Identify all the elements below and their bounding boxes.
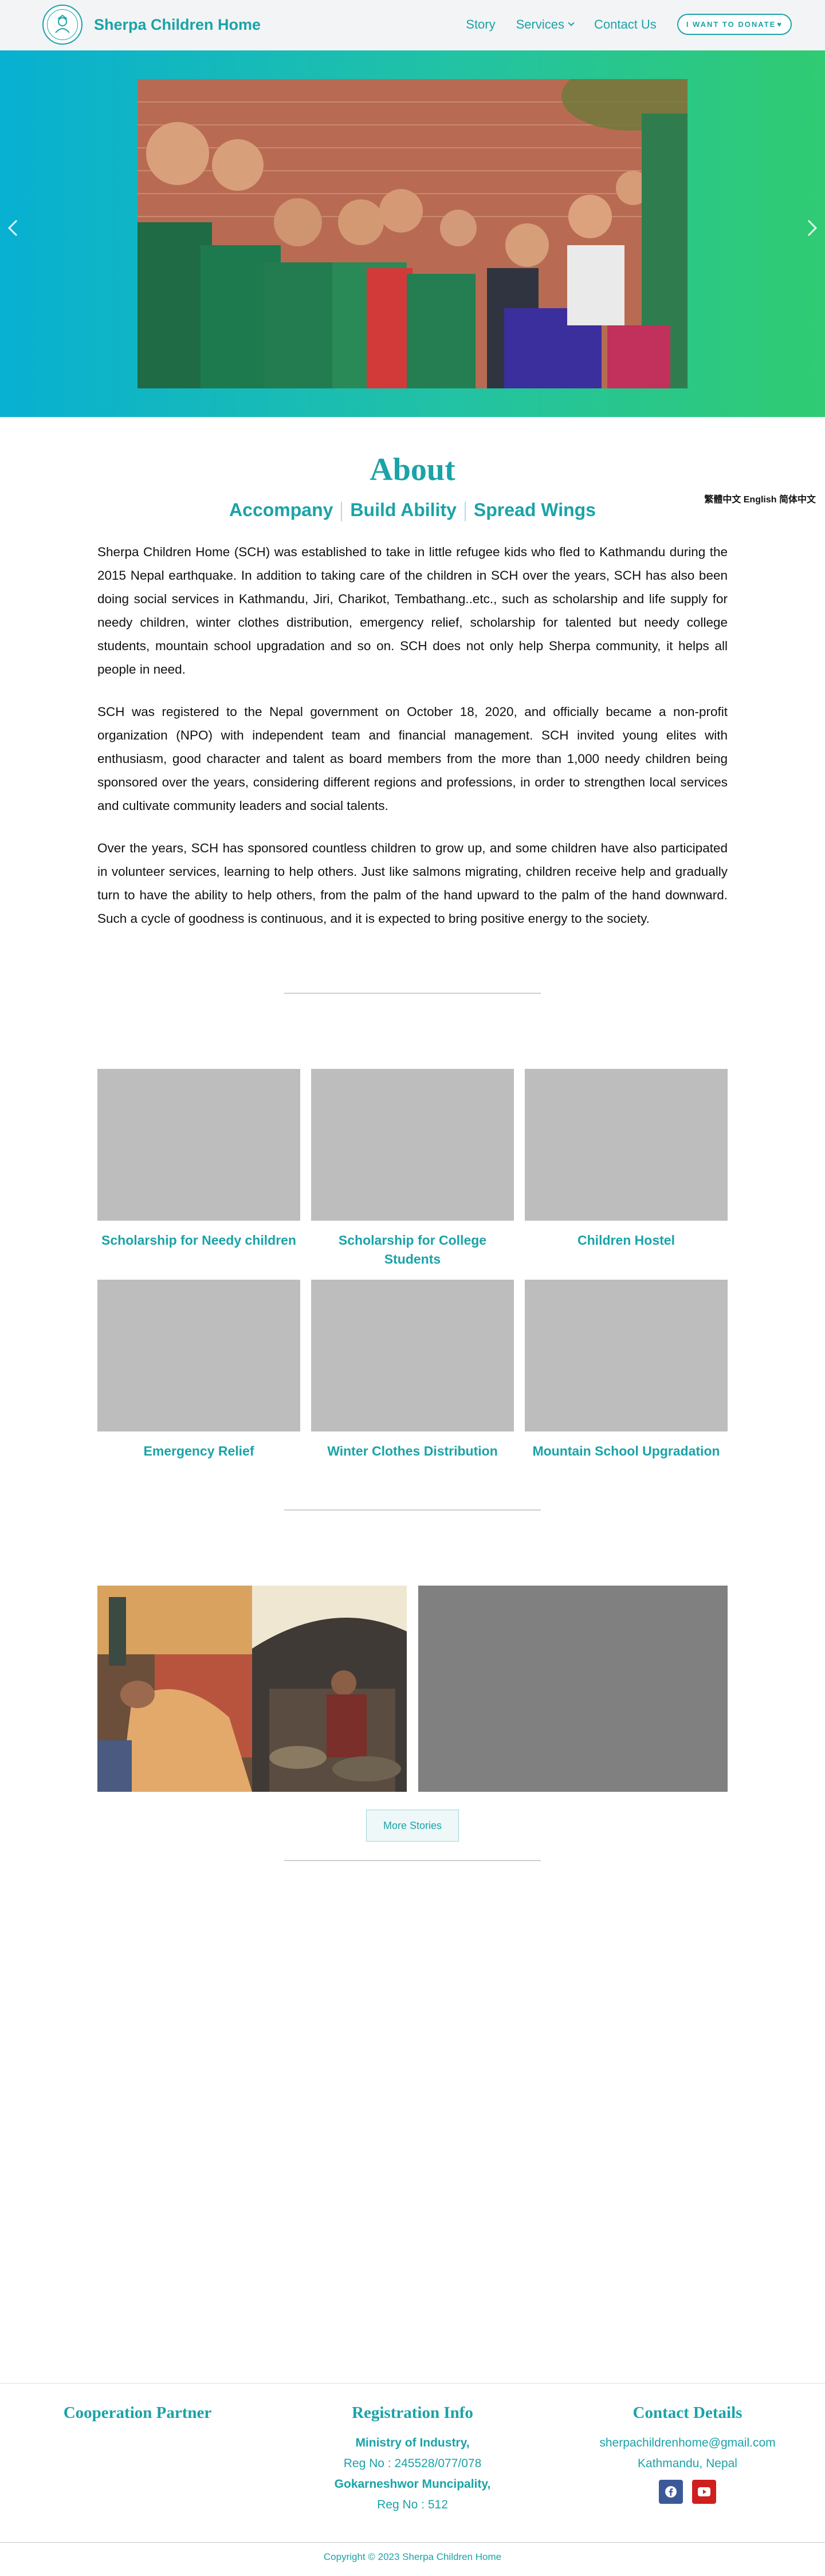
contact-heading: Contact Details <box>632 2404 742 2422</box>
site-header: Sherpa Children Home Story Services Cont… <box>0 0 825 50</box>
service-card[interactable]: Children Hostel <box>525 1069 728 1250</box>
service-image <box>525 1280 728 1431</box>
contact-email[interactable]: sherpachildrenhome@gmail.com <box>550 2433 825 2453</box>
nav-story[interactable]: Story <box>466 17 495 32</box>
donate-label: I WANT TO DONATE <box>686 20 776 29</box>
youtube-icon[interactable] <box>692 2480 716 2504</box>
tagline-separator <box>464 501 466 521</box>
service-image <box>525 1069 728 1221</box>
registration-line: Gokarneshwor Muncipality, <box>334 2477 491 2491</box>
service-label[interactable]: Emergency Relief <box>97 1442 300 1461</box>
language-switcher[interactable]: 繁體中文 English 简体中文 <box>704 491 816 505</box>
nav-services[interactable]: Services <box>516 17 575 32</box>
footer-partner-column: Cooperation Partner <box>0 2404 275 2422</box>
service-label[interactable]: Scholarship for Needy children <box>97 1231 300 1250</box>
service-image <box>311 1069 514 1221</box>
service-card[interactable]: Scholarship for College Students <box>311 1069 514 1269</box>
story-image-placeholder[interactable] <box>418 1586 728 1792</box>
service-card[interactable]: Emergency Relief <box>97 1280 300 1461</box>
social-links <box>550 2480 825 2504</box>
footer-contact-column: Contact Details sherpachildrenhome@gmail… <box>550 2404 825 2504</box>
service-card[interactable]: Winter Clothes Distribution <box>311 1280 514 1461</box>
tagline-accompany: Accompany <box>229 500 333 520</box>
registration-line: Ministry of Industry, <box>355 2436 470 2449</box>
copyright-text: Copyright © 2023 Sherpa Children Home <box>323 2551 502 2562</box>
donate-button[interactable]: I WANT TO DONATE ♥ <box>677 14 792 35</box>
service-image <box>97 1280 300 1431</box>
service-label[interactable]: Children Hostel <box>525 1231 728 1250</box>
facebook-icon[interactable] <box>659 2480 683 2504</box>
about-title: About <box>370 452 455 487</box>
service-label[interactable]: Mountain School Upgradation <box>525 1442 728 1461</box>
hero-slider <box>0 50 825 417</box>
tagline-build-ability: Build Ability <box>350 500 457 520</box>
hero-photo-children <box>138 79 688 388</box>
registration-line: Reg No : 512 <box>377 2498 448 2511</box>
footer-top-border <box>0 2383 825 2384</box>
registration-heading: Registration Info <box>352 2404 473 2422</box>
nav-contact[interactable]: Contact Us <box>594 17 657 32</box>
site-title[interactable]: Sherpa Children Home <box>94 16 261 34</box>
about-paragraphs: Sherpa Children Home (SCH) was establish… <box>97 540 728 949</box>
chevron-right-icon[interactable] <box>800 219 818 237</box>
section-divider <box>284 993 541 994</box>
about-paragraph: Over the years, SCH has sponsored countl… <box>97 841 728 926</box>
service-label[interactable]: Winter Clothes Distribution <box>311 1442 514 1461</box>
main-nav: Story Services Contact Us I WANT TO DONA… <box>466 14 792 35</box>
about-paragraph: SCH was registered to the Nepal governme… <box>97 705 728 813</box>
section-divider <box>284 1509 541 1511</box>
logo-link[interactable]: Sherpa Children Home <box>42 5 261 45</box>
tagline-separator <box>341 501 343 521</box>
footer-registration-column: Registration Info Ministry of Industry, … <box>275 2404 550 2515</box>
service-label[interactable]: Scholarship for College Students <box>311 1231 514 1269</box>
partner-heading: Cooperation Partner <box>63 2404 212 2422</box>
chevron-down-icon <box>568 19 575 26</box>
contact-location: Kathmandu, Nepal <box>638 2457 737 2470</box>
nav-services-label: Services <box>516 17 564 32</box>
service-card[interactable]: Mountain School Upgradation <box>525 1280 728 1461</box>
tagline-spread-wings: Spread Wings <box>473 500 596 520</box>
service-image <box>97 1069 300 1221</box>
service-image <box>311 1280 514 1431</box>
copyright-border <box>0 2542 825 2543</box>
chevron-left-icon[interactable] <box>7 219 25 237</box>
registration-line: Reg No : 245528/077/078 <box>343 2457 482 2470</box>
about-paragraph: Sherpa Children Home (SCH) was establish… <box>97 545 728 677</box>
heart-icon: ♥ <box>777 20 783 29</box>
story-image-relief[interactable] <box>97 1586 407 1792</box>
more-stories-button[interactable]: More Stories <box>366 1810 459 1842</box>
about-taglines: Accompany Build Ability Spread Wings <box>0 500 825 521</box>
service-card[interactable]: Scholarship for Needy children <box>97 1069 300 1250</box>
section-divider <box>284 1860 541 1861</box>
logo-icon <box>42 5 82 45</box>
